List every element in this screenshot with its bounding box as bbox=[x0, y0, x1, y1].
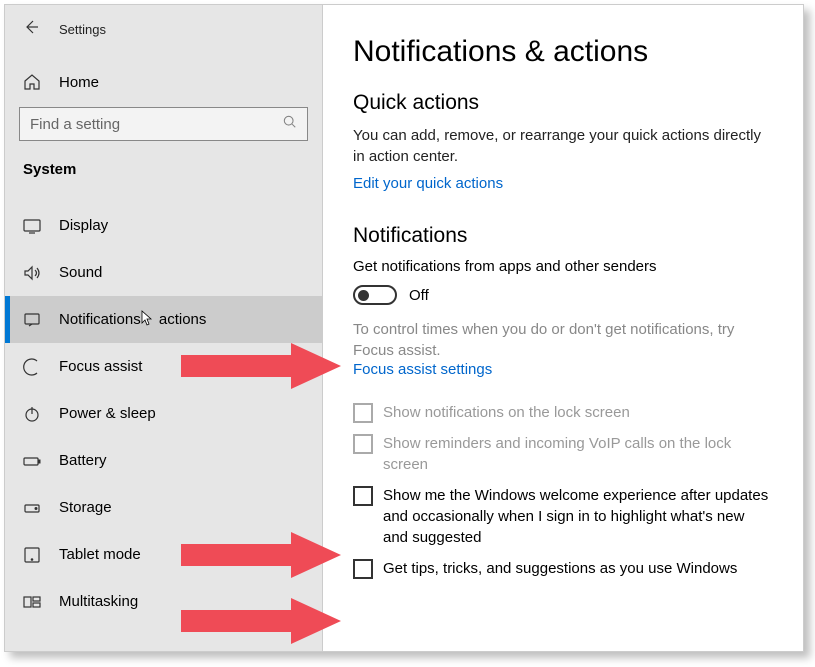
checkbox-row-voip: Show reminders and incoming VoIP calls o… bbox=[353, 433, 773, 475]
toggle-knob bbox=[358, 290, 369, 301]
back-icon[interactable] bbox=[23, 19, 39, 39]
checkbox-label: Show notifications on the lock screen bbox=[383, 402, 630, 423]
checkbox-row-welcome[interactable]: Show me the Windows welcome experience a… bbox=[353, 485, 773, 548]
header-row: Settings bbox=[5, 5, 322, 45]
nav-label: Power & sleep bbox=[59, 405, 156, 422]
checkbox-label: Get tips, tricks, and suggestions as you… bbox=[383, 558, 737, 579]
search-input[interactable] bbox=[30, 116, 283, 133]
content-pane: Notifications & actions Quick actions Yo… bbox=[323, 5, 803, 651]
notifications-heading: Notifications bbox=[353, 224, 773, 248]
sidebar: Settings Home System Display Sound bbox=[5, 5, 323, 651]
checkbox-row-lock-screen: Show notifications on the lock screen bbox=[353, 402, 773, 423]
checkbox-label: Show reminders and incoming VoIP calls o… bbox=[383, 433, 773, 475]
nav-label: Display bbox=[59, 217, 108, 234]
cursor-icon bbox=[141, 310, 155, 330]
nav-label: Sound bbox=[59, 264, 102, 281]
toggle-state-text: Off bbox=[409, 287, 429, 304]
checkbox-row-tips[interactable]: Get tips, tricks, and suggestions as you… bbox=[353, 558, 773, 579]
multitasking-icon bbox=[23, 593, 41, 611]
nav-label: Focus assist bbox=[59, 358, 142, 375]
checkbox-tips[interactable] bbox=[353, 559, 373, 579]
sound-icon bbox=[23, 264, 41, 282]
display-icon bbox=[23, 217, 41, 235]
focus-assist-settings-link[interactable]: Focus assist settings bbox=[353, 361, 773, 378]
nav-list: Display Sound Notifications actions Focu… bbox=[5, 202, 322, 625]
quick-actions-desc: You can add, remove, or rearrange your q… bbox=[353, 125, 773, 167]
notifications-icon bbox=[23, 311, 41, 329]
page-title: Notifications & actions bbox=[353, 35, 773, 69]
checkbox-voip bbox=[353, 434, 373, 454]
home-icon bbox=[23, 73, 41, 91]
tablet-icon bbox=[23, 546, 41, 564]
checkbox-welcome[interactable] bbox=[353, 486, 373, 506]
category-label: System bbox=[5, 147, 322, 188]
search-box[interactable] bbox=[19, 107, 308, 141]
nav-item-multitasking[interactable]: Multitasking bbox=[5, 578, 322, 625]
nav-label: Tablet mode bbox=[59, 546, 141, 563]
settings-window: Settings Home System Display Sound bbox=[4, 4, 804, 652]
focus-assist-hint: To control times when you do or don't ge… bbox=[353, 319, 773, 361]
nav-item-battery[interactable]: Battery bbox=[5, 437, 322, 484]
battery-icon bbox=[23, 452, 41, 470]
nav-label: Notifications actions bbox=[59, 310, 206, 330]
nav-label: Storage bbox=[59, 499, 112, 516]
focus-assist-icon bbox=[23, 358, 41, 376]
home-label: Home bbox=[59, 74, 99, 91]
checkbox-label: Show me the Windows welcome experience a… bbox=[383, 485, 773, 548]
nav-item-power[interactable]: Power & sleep bbox=[5, 390, 322, 437]
nav-item-storage[interactable]: Storage bbox=[5, 484, 322, 531]
notifications-toggle-row: Off bbox=[353, 285, 773, 305]
nav-label: Battery bbox=[59, 452, 107, 469]
search-icon bbox=[283, 115, 297, 133]
power-icon bbox=[23, 405, 41, 423]
nav-item-display[interactable]: Display bbox=[5, 202, 322, 249]
nav-label: Multitasking bbox=[59, 593, 138, 610]
quick-actions-heading: Quick actions bbox=[353, 91, 773, 115]
notifications-get-label: Get notifications from apps and other se… bbox=[353, 258, 773, 275]
edit-quick-actions-link[interactable]: Edit your quick actions bbox=[353, 175, 773, 192]
notifications-toggle[interactable] bbox=[353, 285, 397, 305]
nav-item-focus-assist[interactable]: Focus assist bbox=[5, 343, 322, 390]
notifications-section: Notifications Get notifications from app… bbox=[353, 224, 773, 579]
nav-item-notifications[interactable]: Notifications actions bbox=[5, 296, 322, 343]
window-title: Settings bbox=[59, 22, 106, 37]
nav-item-sound[interactable]: Sound bbox=[5, 249, 322, 296]
home-row[interactable]: Home bbox=[5, 59, 322, 97]
checkbox-lock-screen bbox=[353, 403, 373, 423]
storage-icon bbox=[23, 499, 41, 517]
nav-item-tablet[interactable]: Tablet mode bbox=[5, 531, 322, 578]
